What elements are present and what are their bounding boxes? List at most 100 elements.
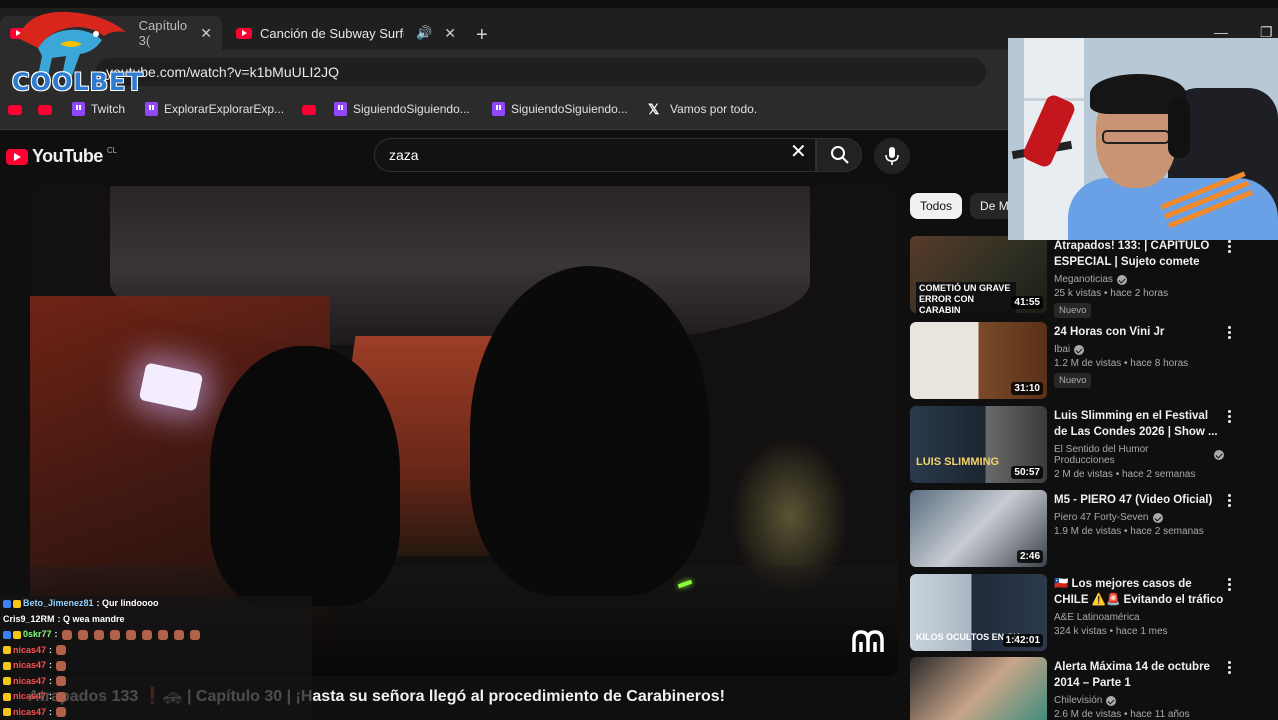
chat-text: : Qur lindoooo — [96, 598, 159, 608]
recommendation-item[interactable]: KILOS OCULTOS EN CH 1:42:01 🇨🇱 Los mejor… — [910, 574, 1240, 654]
bookmark-label: ExplorarExplorarExp... — [164, 102, 285, 116]
webcam-glasses — [1102, 130, 1170, 144]
chat-username: nicas47 — [13, 691, 47, 701]
recommendation-item[interactable]: COMETIÓ UN GRAVE ERROR CON CARABIN 41:55… — [910, 236, 1240, 318]
more-options-icon[interactable] — [1228, 240, 1232, 254]
video-title[interactable]: M5 - PIERO 47 (Video Oficial) — [1054, 492, 1224, 508]
video-duration: 50:57 — [1011, 466, 1043, 479]
emote-icon — [61, 629, 72, 640]
emote-icon — [56, 676, 67, 687]
bookmark-siguiendo-2[interactable]: SiguiendoSiguiendo... — [492, 102, 628, 116]
emote-icon — [157, 629, 168, 640]
youtube-icon — [38, 105, 52, 115]
emote-icon — [56, 660, 67, 671]
chat-text: : — [49, 675, 53, 686]
country-code: CL — [106, 146, 118, 155]
chat-message: nicas47 : — [0, 689, 312, 705]
new-tab-button[interactable]: + — [476, 24, 488, 47]
speaker-icon[interactable]: 🔊 — [416, 25, 432, 41]
bookmark-youtube-1[interactable] — [8, 105, 22, 115]
close-tab-icon[interactable]: ✕ — [200, 25, 212, 42]
video-title[interactable]: 🇨🇱 Los mejores casos de CHILE ⚠️🚨 Evitan… — [1054, 576, 1224, 608]
video-frame-silhouette-2 — [470, 266, 710, 596]
channel-label: Meganoticias — [1054, 274, 1113, 285]
chat-badge-icon — [3, 599, 11, 608]
thumbnail-caption: LUIS SLIMMING — [916, 456, 1000, 468]
video-thumbnail[interactable]: 31:10 — [910, 322, 1047, 399]
url-field[interactable]: youtube.com/watch?v=k1bMuULI2JQ — [96, 58, 986, 86]
chat-message: nicas47 : — [0, 674, 312, 690]
chat-username: 0skr77 — [23, 629, 52, 639]
voice-search-button[interactable] — [874, 138, 910, 174]
chat-badge-icon — [3, 661, 11, 670]
video-title[interactable]: Alerta Máxima 14 de octubre 2014 – Parte… — [1054, 659, 1224, 691]
more-options-icon[interactable] — [1228, 410, 1232, 424]
bookmark-x[interactable]: 𝕏 Vamos por todo. — [648, 102, 757, 116]
emote-icon — [125, 629, 136, 640]
clear-search-icon[interactable]: ✕ — [790, 142, 807, 162]
chip-all[interactable]: Todos — [910, 193, 963, 219]
video-thumbnail[interactable] — [910, 657, 1047, 720]
x-icon: 𝕏 — [648, 101, 660, 117]
chat-text: : — [49, 660, 53, 670]
recommendation-item[interactable]: 2:46 M5 - PIERO 47 (Video Oficial) Piero… — [910, 490, 1240, 570]
video-meta: 1.2 M de vistas • hace 8 horas — [1054, 358, 1189, 369]
recommendation-item[interactable]: 31:10 24 Horas con Vini Jr Ibai 1.2 M de… — [910, 322, 1240, 402]
close-tab-icon[interactable]: ✕ — [444, 25, 456, 42]
channel-name[interactable]: Piero 47 Forty-Seven — [1054, 512, 1224, 523]
tab-subway-surfers[interactable]: Canción de Subway Surfers 🔊 ✕ — [226, 16, 466, 50]
chat-badge-icon — [3, 692, 11, 701]
channel-name[interactable]: Ibai — [1054, 344, 1224, 355]
video-thumbnail[interactable]: LUIS SLIMMING 50:57 — [910, 406, 1047, 483]
twitch-icon — [145, 102, 158, 116]
video-title[interactable]: Luis Slimming en el Festival de Las Cond… — [1054, 408, 1224, 440]
video-info: 24 Horas con Vini Jr Ibai 1.2 M de vista… — [1054, 324, 1224, 388]
video-duration: 2:46 — [1016, 550, 1043, 563]
search-input[interactable]: zaza — [374, 138, 816, 172]
channel-name[interactable]: Meganoticias — [1054, 274, 1224, 285]
bookmark-twitch[interactable]: Twitch — [72, 102, 125, 116]
bookmark-explorar[interactable]: ExplorarExplorarExp... — [145, 102, 284, 116]
more-options-icon[interactable] — [1228, 661, 1232, 675]
channel-name[interactable]: El Sentido del Humor Producciones — [1054, 444, 1224, 466]
video-title[interactable]: 24 Horas con Vini Jr — [1054, 324, 1224, 340]
chat-message: Cris9_12RM : Q wea mandre — [0, 612, 312, 628]
more-options-icon[interactable] — [1228, 326, 1232, 340]
bookmark-label: SiguiendoSiguiendo... — [353, 102, 470, 116]
channel-name[interactable]: Chilevisión — [1054, 695, 1224, 706]
more-options-icon[interactable] — [1228, 578, 1232, 592]
channel-name[interactable]: A&E Latinoamérica — [1054, 612, 1224, 623]
chat-message: 0skr77 : — [0, 627, 312, 643]
screen: A Capítulo 3( ✕ Canción de Subway Surfer… — [0, 0, 1278, 720]
youtube-favicon-icon — [236, 27, 252, 39]
youtube-logo[interactable]: YouTube CL — [6, 146, 117, 167]
bookmark-youtube-2[interactable] — [38, 105, 52, 115]
video-thumbnail[interactable]: COMETIÓ UN GRAVE ERROR CON CARABIN 41:55 — [910, 236, 1047, 313]
channel-label: Ibai — [1054, 344, 1071, 355]
video-title[interactable]: Atrapados! 133: | CAPÍTULO ESPECIAL | Su… — [1054, 238, 1224, 270]
youtube-icon — [302, 105, 316, 115]
bookmark-label: Twitch — [91, 102, 126, 116]
microphone-icon — [885, 147, 899, 165]
chat-username: nicas47 — [13, 706, 47, 717]
recommendation-item[interactable]: LUIS SLIMMING 50:57 Luis Slimming en el … — [910, 406, 1240, 486]
chat-message: nicas47 : — [0, 705, 312, 720]
search-button[interactable] — [816, 138, 862, 172]
more-options-icon[interactable] — [1228, 494, 1232, 508]
emote-icon — [56, 707, 67, 718]
chat-username: nicas47 — [13, 675, 47, 686]
recommendation-item[interactable]: Alerta Máxima 14 de octubre 2014 – Parte… — [910, 657, 1240, 720]
streamer-webcam — [1008, 38, 1278, 240]
channel-label: Piero 47 Forty-Seven — [1054, 512, 1149, 523]
video-thumbnail[interactable]: KILOS OCULTOS EN CH 1:42:01 — [910, 574, 1047, 651]
emote-icon — [56, 691, 67, 702]
twitch-icon — [334, 102, 347, 116]
bookmark-siguiendo-1[interactable]: SiguiendoSiguiendo... — [334, 102, 470, 116]
chat-username: Beto_Jimenez81 — [23, 598, 94, 608]
coolbet-wordmark: COOLBET — [12, 68, 144, 96]
video-meta: 2.6 M de vistas • hace 11 años — [1054, 709, 1190, 720]
chat-text: : — [49, 644, 53, 655]
video-thumbnail[interactable]: 2:46 — [910, 490, 1047, 567]
bookmark-youtube-3[interactable] — [302, 105, 316, 115]
video-info: Luis Slimming en el Festival de Las Cond… — [1054, 408, 1224, 480]
